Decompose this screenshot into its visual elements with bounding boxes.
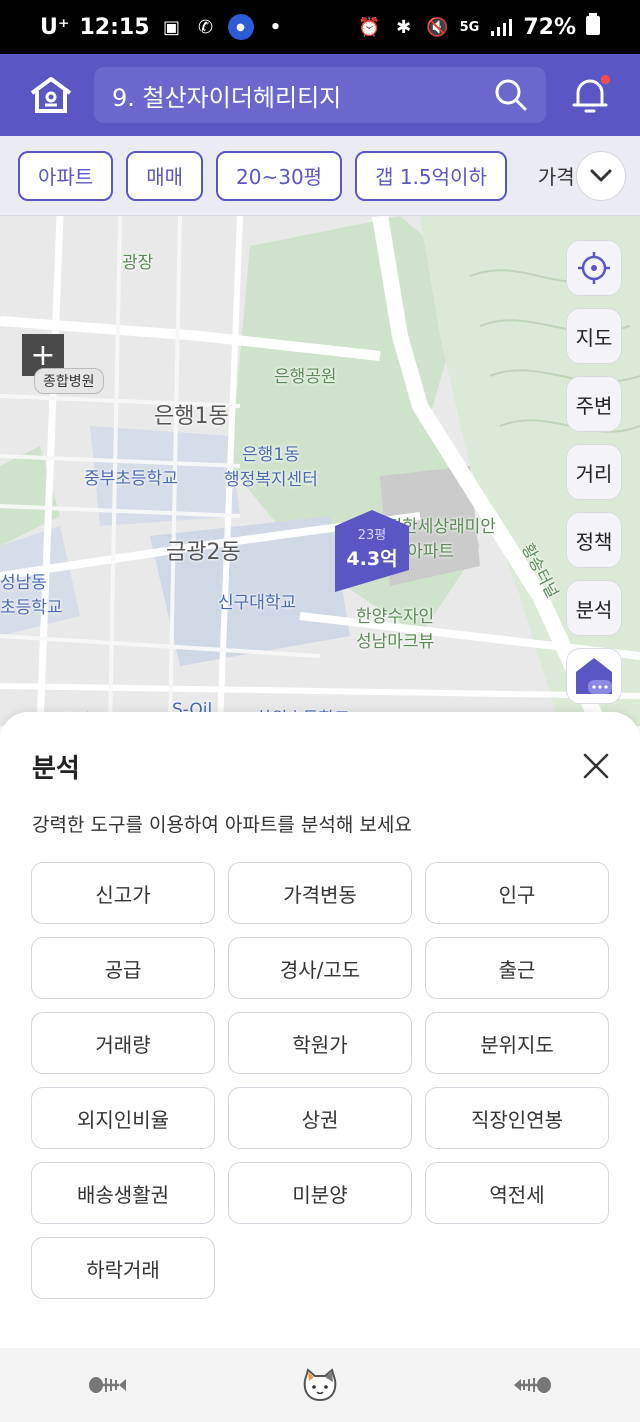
battery-percent: 72% [523, 14, 576, 40]
price-marker[interactable]: 23평 4.3억 [333, 508, 411, 592]
locate-me-button[interactable] [566, 240, 622, 296]
analysis-sheet: 분석 강력한 도구를 이용하여 아파트를 분석해 보세요 신고가 가격변동 인구… [0, 712, 640, 1348]
hospital-marker[interactable]: + 종합병원 [22, 334, 104, 394]
app-header: 9. 철산자이더헤리티지 [0, 54, 640, 136]
tool-button-quantile-map[interactable]: 분위지도 [425, 1012, 609, 1074]
map-label-apt2: 한양수자인 성남마크뷰 [356, 607, 435, 652]
search-input[interactable]: 9. 철산자이더헤리티지 [94, 67, 546, 123]
filter-chip-size[interactable]: 20~30평 [216, 150, 343, 201]
map-side-buttons: 지도 주변 거리 정책 분석 [566, 240, 622, 704]
map-label-plaza: 광장 [122, 253, 154, 273]
map-label-park: 은행공원 [274, 367, 337, 387]
search-icon[interactable] [494, 78, 528, 112]
close-icon[interactable] [578, 748, 614, 784]
fish-bone-icon[interactable] [77, 1363, 137, 1407]
network-label: 5G [459, 19, 480, 35]
tool-button-price-drop[interactable]: 하락거래 [31, 1237, 215, 1299]
image-icon: ▣ [163, 16, 181, 38]
map-label-center: 은행1동 행정복지센터 [224, 445, 318, 490]
map-label-school2: 성남동 초등학교 [0, 573, 63, 618]
map-button-map[interactable]: 지도 [566, 308, 622, 364]
search-value: 9. 철산자이더헤리티지 [112, 83, 342, 112]
filter-chip-price[interactable]: 가격 [520, 151, 575, 201]
tool-button-reverse-jeonse[interactable]: 역전세 [425, 1162, 609, 1224]
status-bar: U⁺ 12:15 ▣ ✆ ● • ⏰ ✱ 🔇 5G 72% [0, 0, 640, 54]
chevron-down-icon[interactable] [576, 151, 626, 201]
map-label-school1: 중부초등학교 [84, 469, 178, 489]
tool-button-new-high[interactable]: 신고가 [31, 862, 215, 924]
bottom-nav [0, 1348, 640, 1422]
filter-chip-type[interactable]: 아파트 [18, 150, 114, 201]
marker-price: 4.3억 [346, 548, 398, 570]
tool-button-volume[interactable]: 거래량 [31, 1012, 215, 1074]
home-logo-icon[interactable] [28, 72, 74, 118]
tool-button-unsold[interactable]: 미분양 [228, 1162, 412, 1224]
map-button-distance[interactable]: 거리 [566, 444, 622, 500]
chat-logo-button[interactable] [566, 648, 622, 704]
dot-icon: • [269, 16, 282, 38]
fish-bone-icon-right[interactable] [503, 1363, 563, 1407]
crosshair-icon [578, 252, 610, 284]
notification-dot [601, 75, 610, 84]
hospital-label: 종합병원 [34, 368, 104, 394]
chat-house-icon [576, 658, 612, 694]
notification-bell-icon[interactable] [568, 73, 612, 117]
map-button-analysis[interactable]: 분석 [566, 580, 622, 636]
map-label-dong1: 은행1동 [154, 404, 229, 429]
app-badge-icon: ● [227, 14, 254, 40]
tool-button-slope[interactable]: 경사/고도 [228, 937, 412, 999]
map-view[interactable]: 광장 + 종합병원 은행공원 은행1동 은행1동 행정복지센터 중부초등학교 금… [0, 216, 640, 726]
tool-button-population[interactable]: 인구 [425, 862, 609, 924]
marker-area: 23평 [357, 528, 387, 543]
tool-button-price-change[interactable]: 가격변동 [228, 862, 412, 924]
tool-button-outsider-ratio[interactable]: 외지인비율 [31, 1087, 215, 1149]
alarm-icon: ⏰ [358, 16, 381, 38]
tool-button-academy[interactable]: 학원가 [228, 1012, 412, 1074]
map-button-policy[interactable]: 정책 [566, 512, 622, 568]
map-label-univ: 신구대학교 [218, 593, 297, 613]
wifi-call-icon: ✆ [197, 16, 214, 38]
tool-button-commute[interactable]: 출근 [425, 937, 609, 999]
mute-icon: 🔇 [426, 16, 449, 38]
clock: 12:15 [79, 14, 150, 40]
carrier-label: U⁺ [40, 14, 70, 40]
bluetooth-icon: ✱ [396, 16, 412, 38]
signal-icon [489, 15, 513, 39]
sheet-description: 강력한 도구를 이용하여 아파트를 분석해 보세요 [32, 814, 412, 836]
tool-button-delivery[interactable]: 배송생활권 [31, 1162, 215, 1224]
filter-chip-deal[interactable]: 매매 [126, 150, 204, 201]
filter-chip-gap[interactable]: 갭 1.5억이하 [355, 150, 507, 201]
filter-row: 아파트 매매 20~30평 갭 1.5억이하 가격 [0, 136, 640, 216]
tool-button-salary[interactable]: 직장인연봉 [425, 1087, 609, 1149]
battery-icon [586, 13, 600, 41]
map-button-nearby[interactable]: 주변 [566, 376, 622, 432]
map-label-dong2: 금광2동 [166, 540, 241, 565]
cat-face-icon[interactable] [290, 1363, 350, 1407]
analysis-tool-grid: 신고가 가격변동 인구 공급 경사/고도 출근 거래량 학원가 분위지도 외지인… [31, 862, 609, 1299]
tool-button-commercial[interactable]: 상권 [228, 1087, 412, 1149]
tool-button-supply[interactable]: 공급 [31, 937, 215, 999]
sheet-title: 분석 [32, 754, 80, 784]
